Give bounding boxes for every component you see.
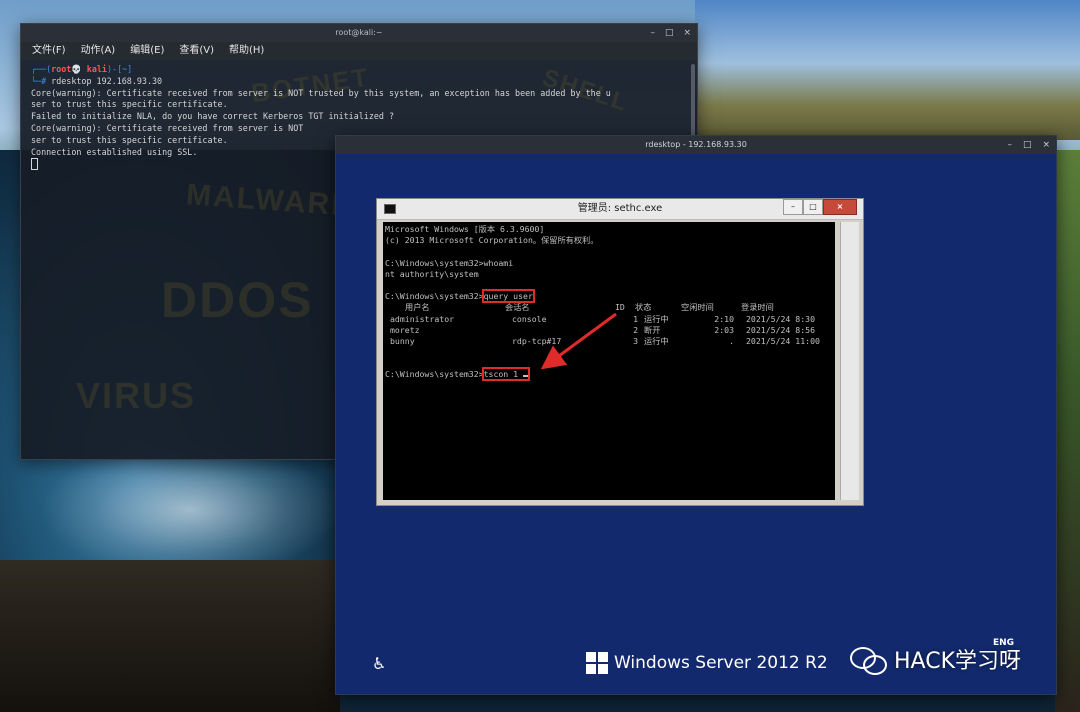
rdesktop-titlebar[interactable]: rdesktop - 192.168.93.30 – □ × — [336, 136, 1056, 154]
minimize-icon[interactable]: – — [783, 199, 803, 215]
table-row: bunny rdp-tcp#17 3 运行中. 2021/5/24 11:00 — [390, 335, 820, 346]
kali-window-title: root@kali:~ — [335, 28, 383, 37]
output-line: Core(warning): Certificate received from… — [31, 87, 611, 98]
console-line: C:\Windows\system32>tscon 1 — [385, 367, 833, 382]
console-line: (c) 2013 Microsoft Corporation。保留所有权利。 — [385, 235, 599, 246]
menu-action[interactable]: 动作(A) — [81, 42, 116, 60]
highlighted-tscon-command: tscon 1 — [481, 367, 531, 382]
prompt-line-1: ┌──(root💀 kali)-[~] — [31, 64, 133, 74]
minimize-icon[interactable]: – — [1007, 136, 1012, 154]
prompt-line-2: └─# rdesktop 192.168.93.30 — [31, 75, 163, 86]
console-line: C:\Windows\system32>query user — [385, 289, 535, 304]
output-line: Failed to initialize NLA, do you have co… — [31, 111, 395, 122]
bg-word-virus: VIRUS — [76, 375, 197, 416]
desktop-wallpaper-cliff-right — [1055, 150, 1080, 712]
table-row: moretz 2 断开 2:03 2021/5/24 8:56 — [390, 324, 816, 335]
windows-flag-icon — [586, 652, 608, 674]
cmd-icon — [384, 204, 396, 214]
kali-menubar: 文件(F) 动作(A) 编辑(E) 查看(V) 帮助(H) — [21, 42, 697, 60]
output-line: ser to trust this specific certificate. — [31, 99, 228, 110]
close-icon[interactable]: × — [1042, 136, 1050, 154]
cmd-console[interactable]: Microsoft Windows [版本 6.3.9600] (c) 2013… — [383, 222, 835, 500]
console-cursor — [523, 375, 529, 378]
os-label: Windows Server 2012 R2 — [614, 653, 828, 673]
cmd-titlebar[interactable]: 管理员: sethc.exe – □ × — [377, 199, 863, 220]
menu-view[interactable]: 查看(V) — [179, 42, 214, 60]
bg-word-ddos: DDOS — [161, 272, 314, 328]
maximize-icon[interactable]: □ — [665, 24, 674, 42]
bg-word-malware: MALWARE — [185, 178, 355, 223]
desktop-wallpaper-cliff — [0, 560, 340, 712]
cmd-scrollbar[interactable] — [840, 222, 859, 500]
rdesktop-window-title: rdesktop - 192.168.93.30 — [645, 140, 747, 149]
maximize-icon[interactable]: □ — [1023, 136, 1032, 154]
kali-scrollbar[interactable] — [691, 64, 695, 144]
menu-edit[interactable]: 编辑(E) — [130, 42, 164, 60]
cmd-window[interactable]: 管理员: sethc.exe – □ × Microsoft Windows [… — [376, 198, 864, 506]
close-icon[interactable]: × — [683, 24, 691, 42]
wechat-icon — [850, 645, 887, 675]
kali-titlebar[interactable]: root@kali:~ – □ × — [21, 24, 697, 42]
minimize-icon[interactable]: – — [650, 24, 655, 42]
output-line: Core(warning): Certificate received from… — [31, 122, 304, 133]
highlighted-query-user: query user — [481, 289, 535, 304]
typed-command: rdesktop 192.168.93.30 — [51, 75, 163, 86]
menu-file[interactable]: 文件(F) — [32, 42, 66, 60]
remote-desktop-screen[interactable]: 管理员: sethc.exe – □ × Microsoft Windows [… — [336, 154, 1056, 694]
console-line: nt authority\system — [385, 268, 479, 279]
console-line: Microsoft Windows [版本 6.3.9600] — [385, 224, 545, 234]
console-line: C:\Windows\system32>whoami — [385, 257, 514, 268]
eng-badge: ENG — [993, 638, 1015, 648]
menu-help[interactable]: 帮助(H) — [229, 42, 264, 60]
desktop-wallpaper-sky — [695, 0, 1080, 140]
close-icon[interactable]: × — [823, 199, 857, 215]
desktop-wallpaper-foam — [40, 440, 340, 580]
terminal-cursor — [31, 158, 38, 171]
table-header: 用户名 会话名 ID 状态 空闲时间 登录时间 — [405, 302, 774, 313]
windows-server-logo: Windows Server 2012 R2 — [586, 652, 828, 674]
cmd-window-title: 管理员: sethc.exe — [577, 203, 663, 214]
rdesktop-window[interactable]: rdesktop - 192.168.93.30 – □ × 管理员: seth… — [335, 135, 1057, 695]
table-row: administrator console 1 运行中 2:10 2021/5/24 8:… — [390, 313, 816, 324]
ease-of-access-icon[interactable]: ♿ — [372, 654, 386, 673]
maximize-icon[interactable]: □ — [803, 199, 823, 215]
